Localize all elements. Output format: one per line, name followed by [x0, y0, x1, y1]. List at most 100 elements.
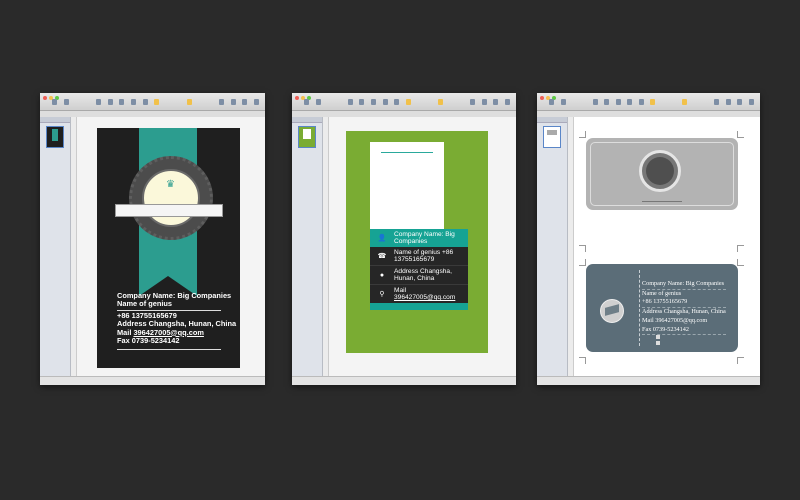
- contact-info: Company Name: Big Companies Name of geni…: [117, 291, 236, 351]
- seal-badge: ♛: [129, 156, 213, 240]
- contact-info: Company Name: Big Companies Name of geni…: [642, 280, 726, 347]
- contact-row-company: 👤 Company Name: Big Companies: [370, 229, 468, 247]
- textbox-icon[interactable]: [107, 99, 113, 105]
- phone-number: +86 13755165679: [642, 298, 726, 309]
- shapes-icon[interactable]: [615, 99, 621, 105]
- business-card-green[interactable]: 👤 Company Name: Big Companies ☎ Name of …: [346, 131, 488, 353]
- textbox-icon[interactable]: [604, 99, 610, 105]
- accent-line: [381, 152, 433, 153]
- table-icon[interactable]: [130, 99, 136, 105]
- business-card-front-gray[interactable]: [586, 138, 738, 210]
- banner-ribbon: [115, 204, 223, 217]
- page-thumbnail[interactable]: [46, 126, 64, 148]
- social-icon: [656, 341, 660, 346]
- zoom-icon[interactable]: [315, 99, 321, 105]
- fonts-icon[interactable]: [253, 99, 259, 105]
- address: Address Changsha, Hunan, China: [642, 308, 726, 316]
- view-icon[interactable]: [549, 99, 554, 105]
- textbox-icon[interactable]: [359, 99, 365, 105]
- emblem-underline: [642, 201, 682, 202]
- close-window-button[interactable]: [295, 96, 299, 100]
- crop-mark: [737, 357, 744, 364]
- contact-row-mail: ⚲ Mail 396427005@qq.com: [370, 284, 468, 303]
- status-bar: [40, 376, 265, 385]
- media-icon[interactable]: [437, 99, 443, 105]
- location-icon: ●: [379, 271, 385, 279]
- colors-icon[interactable]: [737, 99, 743, 105]
- user-icon: 👤: [377, 234, 387, 242]
- photo-placeholder: [370, 142, 444, 229]
- table-icon[interactable]: [382, 99, 388, 105]
- app-window-1[interactable]: ♛ Company Name: Big Companies Name of ge…: [40, 93, 265, 385]
- zoom-icon[interactable]: [63, 99, 69, 105]
- comment-icon[interactable]: [650, 99, 656, 105]
- app-window-2[interactable]: 👤 Company Name: Big Companies ☎ Name of …: [292, 93, 516, 385]
- crown-icon: ♛: [166, 179, 175, 190]
- toolbar: [537, 93, 760, 111]
- sidebar-header: [537, 117, 567, 123]
- fax-number: Fax 0739-5234142: [642, 326, 726, 336]
- media-browser-icon[interactable]: [230, 99, 236, 105]
- social-icon: [656, 335, 660, 340]
- pages-icon[interactable]: [95, 99, 101, 105]
- crop-mark: [579, 259, 586, 266]
- mail-line: Mail 396427005@qq.com: [642, 316, 708, 324]
- status-bar: [537, 376, 760, 385]
- pages-icon[interactable]: [347, 99, 353, 105]
- page-thumbnail[interactable]: [298, 126, 316, 148]
- fonts-icon[interactable]: [504, 99, 510, 105]
- pages-icon[interactable]: [592, 99, 598, 105]
- fax-number: Fax 0739-5234142: [117, 336, 180, 346]
- pages-sidebar: [40, 117, 71, 385]
- person-name: Name of genius: [642, 289, 682, 297]
- toolbar: [40, 93, 265, 111]
- sidebar-header: [292, 117, 322, 123]
- inspector-icon[interactable]: [218, 99, 224, 105]
- charts-icon[interactable]: [394, 99, 400, 105]
- footer-band: [370, 303, 468, 310]
- contact-row-address: ● Address Changsha, Hunan, China: [370, 265, 468, 284]
- page-thumbnail[interactable]: [543, 126, 561, 148]
- close-window-button[interactable]: [540, 96, 544, 100]
- business-card-front[interactable]: ♛ Company Name: Big Companies Name of ge…: [97, 128, 240, 368]
- media-browser-icon[interactable]: [725, 99, 731, 105]
- fonts-icon[interactable]: [748, 99, 754, 105]
- view-icon[interactable]: [304, 99, 309, 105]
- media-icon[interactable]: [186, 99, 192, 105]
- inspector-icon[interactable]: [714, 99, 720, 105]
- vertical-ruler: [323, 117, 329, 377]
- contact-rows: 👤 Company Name: Big Companies ☎ Name of …: [370, 229, 468, 310]
- colors-icon[interactable]: [493, 99, 499, 105]
- mail-link[interactable]: 396427005@qq.com: [394, 294, 455, 301]
- inspector-icon[interactable]: [470, 99, 476, 105]
- zoom-icon[interactable]: [560, 99, 566, 105]
- charts-icon[interactable]: [142, 99, 148, 105]
- social-icons: [642, 335, 726, 347]
- divider: [117, 349, 221, 351]
- crop-mark: [579, 245, 586, 252]
- charts-icon[interactable]: [638, 99, 644, 105]
- table-icon[interactable]: [627, 99, 633, 105]
- comment-icon[interactable]: [154, 99, 160, 105]
- comment-icon[interactable]: [405, 99, 411, 105]
- status-bar: [292, 376, 516, 385]
- crop-mark: [737, 245, 744, 252]
- contact-row-phone: ☎ Name of genius +86 13755165679: [370, 247, 468, 265]
- business-card-back[interactable]: Company Name: Big Companies Name of geni…: [586, 264, 738, 352]
- media-icon[interactable]: [682, 99, 688, 105]
- person-name: Name of genius: [117, 299, 173, 309]
- close-window-button[interactable]: [43, 96, 47, 100]
- vertical-ruler: [568, 117, 574, 377]
- media-browser-icon[interactable]: [481, 99, 487, 105]
- crop-mark: [579, 357, 586, 364]
- colors-icon[interactable]: [242, 99, 248, 105]
- pages-sidebar: [537, 117, 568, 385]
- shapes-icon[interactable]: [370, 99, 376, 105]
- phone-icon: ☎: [377, 252, 387, 260]
- view-icon[interactable]: [52, 99, 57, 105]
- dashed-guide: [639, 270, 640, 346]
- crop-mark: [737, 131, 744, 138]
- shapes-icon[interactable]: [119, 99, 125, 105]
- app-window-3[interactable]: Company Name: Big Companies Name of geni…: [537, 93, 760, 385]
- crop-mark: [737, 259, 744, 266]
